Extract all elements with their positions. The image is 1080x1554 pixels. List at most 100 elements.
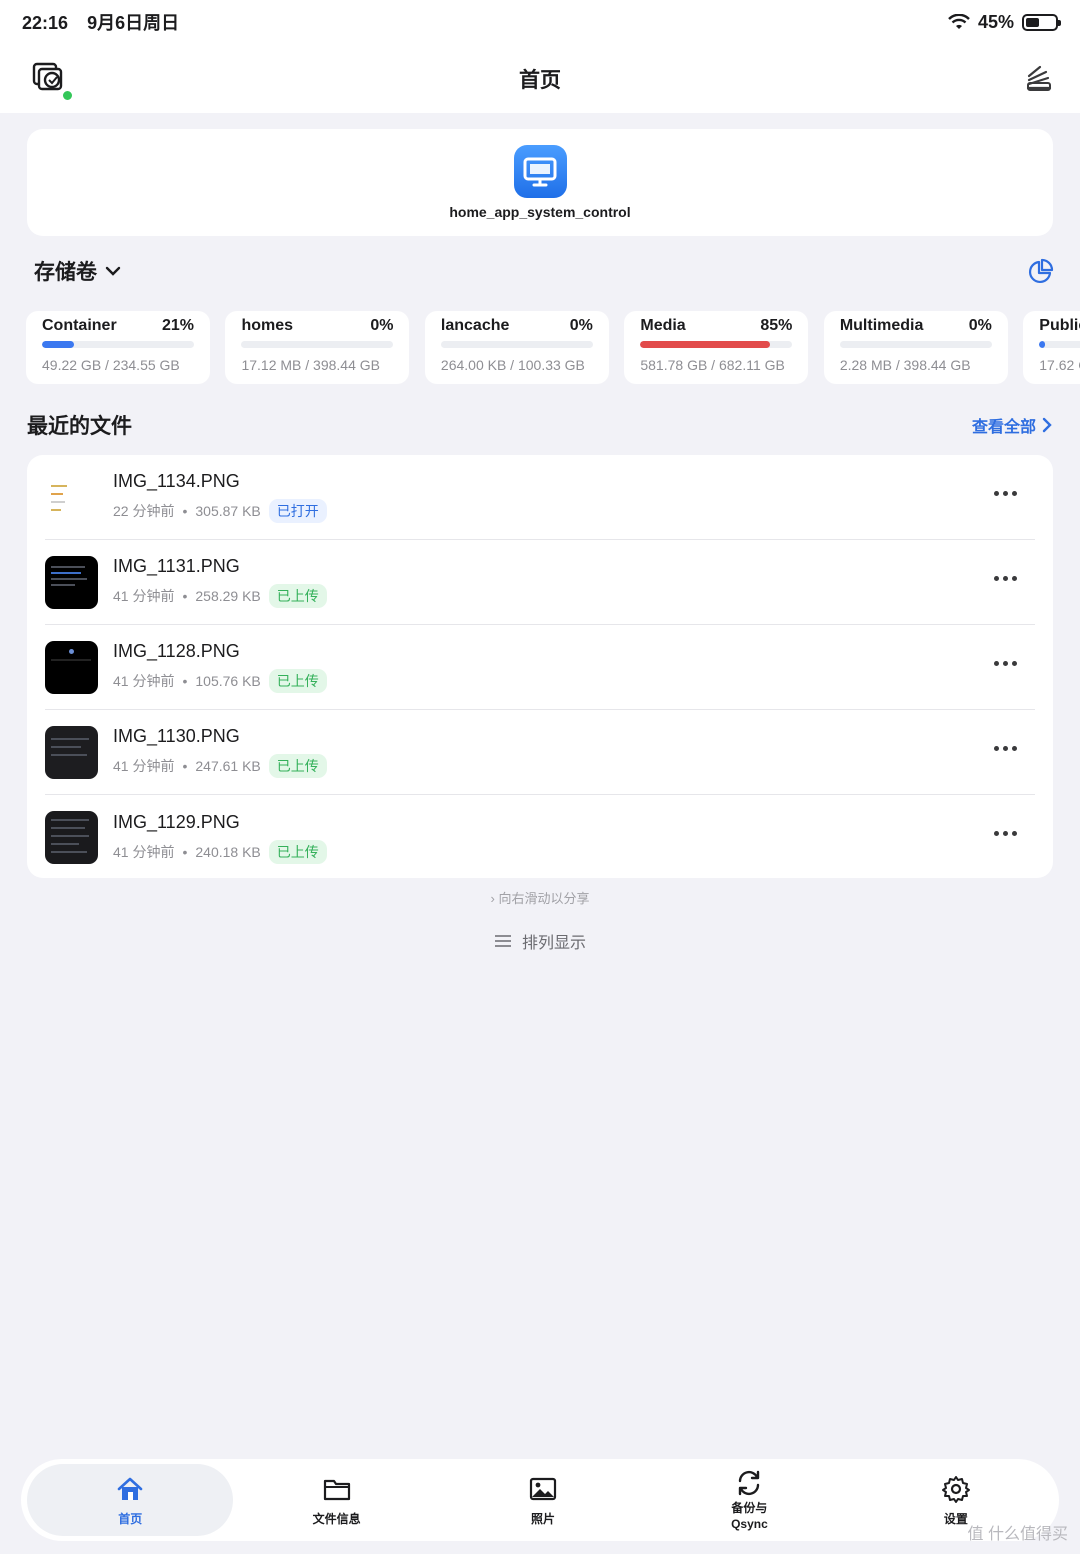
meta-separator: • (182, 503, 188, 519)
file-row[interactable]: IMG_1129.PNG 41 分钟前 • 240.18 KB 已上传 (45, 795, 1035, 880)
battery-percent: 45% (977, 11, 1014, 32)
more-options-icon[interactable] (994, 661, 1017, 666)
tasks-stack-icon[interactable] (1026, 64, 1052, 92)
file-row[interactable]: IMG_1131.PNG 41 分钟前 • 258.29 KB 已上传 (45, 540, 1035, 625)
file-time: 41 分钟前 (113, 673, 175, 689)
file-name: IMG_1130.PNG (113, 726, 240, 746)
view-all-label: 查看全部 (971, 419, 1036, 436)
volume-percent: 0% (968, 317, 992, 334)
file-info: IMG_1129.PNG 41 分钟前 • 240.18 KB 已上传 (113, 812, 327, 864)
file-status-badge: 已上传 (268, 754, 327, 778)
status-date: 9月6日周日 (87, 13, 180, 33)
chevron-down-icon (105, 266, 121, 276)
volume-percent: 0% (569, 317, 593, 334)
file-thumbnail (45, 640, 98, 694)
battery-icon (1022, 13, 1061, 31)
volume-size: 2.28 MB / 398.44 GB (839, 357, 971, 373)
tab-home[interactable]: 首页 (27, 1464, 234, 1536)
tab-label: 照片 (531, 1511, 556, 1526)
file-meta: 41 分钟前 • 240.18 KB 已上传 (113, 839, 327, 864)
file-thumbnail (45, 725, 98, 779)
file-meta: 41 分钟前 • 105.76 KB 已上传 (113, 669, 327, 693)
volume-card[interactable]: Multimedia 0% 2.28 MB / 398.44 GB (823, 311, 1008, 384)
tab-backup-qsync[interactable]: 备份与 Qsync (646, 1464, 852, 1536)
volume-size: 49.22 GB / 234.55 GB (42, 357, 180, 373)
volume-usage-fill (1039, 341, 1046, 348)
volume-card[interactable]: Public 17.62 GB (1023, 311, 1080, 384)
file-row[interactable]: IMG_1128.PNG 41 分钟前 • 105.76 KB 已上传 (45, 625, 1035, 710)
volume-usage-bar (241, 341, 394, 348)
volume-usage-bar (440, 341, 593, 348)
tab-label: 设置 (943, 1511, 968, 1526)
home-icon (117, 1477, 143, 1500)
file-status-badge: 已上传 (268, 584, 327, 608)
tab-label: 首页 (118, 1511, 143, 1526)
tab-files[interactable]: 文件信息 (233, 1464, 439, 1536)
status-left: 22:16 9月6日周日 (22, 9, 193, 35)
file-name: IMG_1128.PNG (113, 641, 240, 661)
swipe-hint: › 向右滑动以分享 (0, 888, 1080, 907)
app-name[interactable]: home_app_system_control (449, 204, 630, 220)
meta-separator: • (182, 843, 188, 860)
file-info: IMG_1130.PNG 41 分钟前 • 247.61 KB 已上传 (113, 726, 327, 778)
volume-size: 17.12 MB / 398.44 GB (241, 357, 380, 373)
volume-name: Public (1039, 317, 1080, 334)
volume-size: 581.78 GB / 682.11 GB (640, 357, 785, 373)
file-thumbnail (45, 811, 98, 864)
more-options-icon[interactable] (994, 491, 1017, 496)
volume-usage-bar (1039, 341, 1080, 348)
file-name: IMG_1129.PNG (113, 811, 240, 832)
volumes-dropdown[interactable]: 存储卷 (34, 256, 121, 286)
swipe-hint-label: 向右滑动以分享 (498, 891, 590, 906)
file-meta: 41 分钟前 • 247.61 KB 已上传 (113, 754, 327, 778)
more-options-icon[interactable] (994, 576, 1017, 581)
file-time: 22 分钟前 (113, 503, 175, 519)
volume-usage-fill (42, 341, 74, 348)
volume-card[interactable]: Container 21% 49.22 GB / 234.55 GB (26, 311, 210, 384)
file-row[interactable]: IMG_1130.PNG 41 分钟前 • 247.61 KB 已上传 (45, 710, 1035, 795)
view-all-link[interactable]: 查看全部 (972, 413, 1052, 437)
volumes-list[interactable]: Container 21% 49.22 GB / 234.55 GB homes 0… (26, 311, 1080, 384)
file-info: IMG_1134.PNG 22 分钟前 • 305.87 KB 已打开 (113, 471, 327, 523)
file-row[interactable]: IMG_1134.PNG 22 分钟前 • 305.87 KB 已打开 (45, 455, 1035, 540)
volume-usage-bar (839, 341, 992, 348)
status-right: 45% (948, 11, 1061, 33)
volume-percent: 0% (370, 317, 394, 334)
volume-size: 17.62 GB (1039, 357, 1080, 373)
photo-icon (529, 1477, 557, 1500)
monitor-icon (523, 157, 557, 186)
file-meta: 22 分钟前 • 305.87 KB 已打开 (113, 499, 327, 523)
file-size: 258.29 KB (195, 588, 261, 604)
watermark: 值 什么值得买 (967, 1526, 1068, 1543)
monitor-app-icon[interactable] (513, 145, 567, 198)
status-bar: 22:16 9月6日周日 45% (0, 0, 1080, 44)
meta-separator: • (182, 588, 188, 604)
status-time: 22:16 (22, 13, 69, 33)
volume-size: 264.00 KB / 100.33 GB (440, 357, 585, 373)
file-status-badge: 已上传 (268, 839, 327, 864)
volumes-title: 存储卷 (34, 261, 97, 284)
more-options-icon[interactable] (994, 831, 1017, 836)
volume-card[interactable]: Media 85% 581.78 GB / 682.11 GB (624, 311, 809, 384)
volume-name: lancache (440, 317, 510, 334)
sync-icon (739, 1470, 760, 1496)
app-shortcut-card: home_app_system_control (27, 129, 1053, 236)
chevron-right-icon (1042, 417, 1052, 433)
recent-files-title: 最近的文件 (27, 415, 132, 438)
tab-photos[interactable]: 照片 (440, 1464, 646, 1536)
volume-card[interactable]: lancache 0% 264.00 KB / 100.33 GB (424, 311, 609, 384)
volume-name: homes (241, 317, 294, 334)
volume-card[interactable]: homes 0% 17.12 MB / 398.44 GB (225, 311, 410, 384)
more-options-icon[interactable] (994, 746, 1017, 751)
sort-label: 排列显示 (521, 935, 586, 952)
volume-usage-bar (42, 341, 194, 348)
file-meta: 41 分钟前 • 258.29 KB 已上传 (113, 584, 327, 608)
volume-name: Container (42, 317, 117, 334)
online-status-dot (62, 90, 73, 101)
file-status-badge: 已打开 (268, 499, 327, 523)
file-time: 41 分钟前 (113, 758, 175, 774)
pie-chart-icon[interactable] (1028, 258, 1054, 284)
file-time: 41 分钟前 (113, 588, 175, 604)
sort-button[interactable]: 排列显示 (0, 929, 1080, 953)
gear-icon (941, 1475, 970, 1503)
